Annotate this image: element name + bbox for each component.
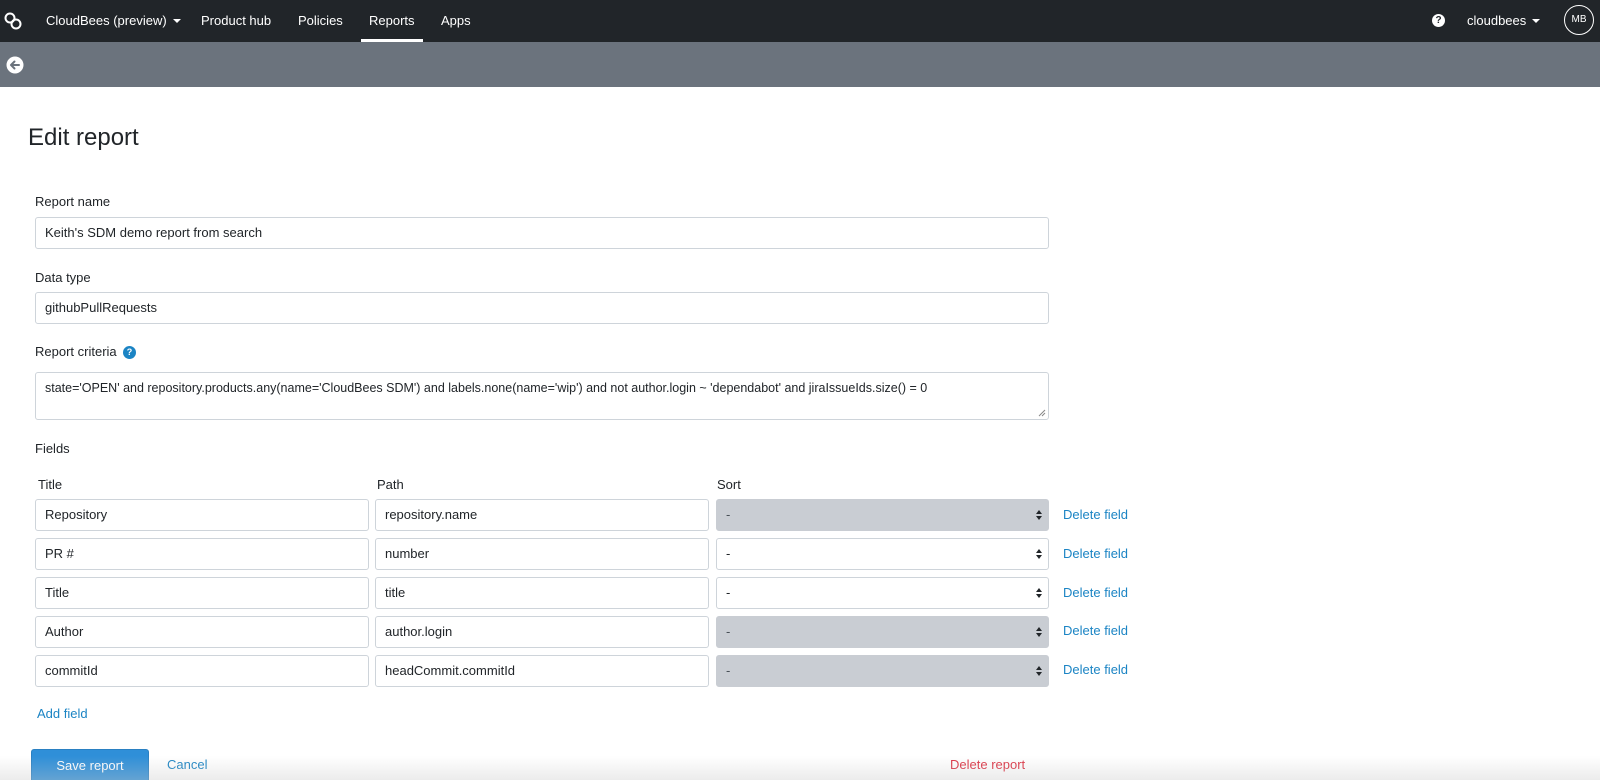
nav-item-reports[interactable]: Reports	[361, 0, 422, 42]
nav-item-product-hub[interactable]: Product hub	[201, 0, 271, 42]
field-title-input[interactable]: Author	[35, 616, 369, 648]
delete-field-link[interactable]: Delete field	[1063, 546, 1128, 561]
fields-label: Fields	[35, 441, 70, 456]
save-report-button[interactable]: Save report	[31, 749, 149, 780]
delete-field-link[interactable]: Delete field	[1063, 585, 1128, 600]
add-field-link[interactable]: Add field	[37, 706, 88, 721]
account-dropdown[interactable]: cloudbees	[1467, 0, 1541, 42]
field-sort-value: -	[726, 663, 731, 678]
bottom-scroll-shadow	[0, 756, 1600, 780]
page-title: Edit report	[28, 124, 139, 151]
cloudbees-logo-icon[interactable]	[3, 11, 23, 31]
field-sort-select[interactable]: -	[716, 538, 1049, 570]
caret-down-icon	[172, 19, 181, 23]
field-path-input[interactable]: headCommit.commitId	[375, 655, 709, 687]
data-type-input[interactable]: githubPullRequests	[35, 292, 1049, 324]
updown-arrows-icon	[1036, 627, 1042, 637]
column-header-sort: Sort	[717, 477, 741, 492]
account-label: cloudbees	[1467, 13, 1527, 28]
field-title-input[interactable]: Title	[35, 577, 369, 609]
updown-arrows-icon	[1036, 666, 1042, 676]
org-switcher-dropdown[interactable]: CloudBees (preview)	[46, 0, 181, 42]
sub-toolbar	[0, 42, 1600, 87]
delete-report-link[interactable]: Delete report	[950, 757, 1025, 772]
field-path-input[interactable]: number	[375, 538, 709, 570]
field-path-input[interactable]: author.login	[375, 616, 709, 648]
field-sort-select[interactable]: -	[716, 499, 1049, 531]
caret-down-icon	[1532, 19, 1541, 23]
cancel-link[interactable]: Cancel	[167, 757, 207, 772]
help-circle-icon[interactable]: ?	[1432, 14, 1445, 27]
question-circle-icon[interactable]: ?	[123, 346, 136, 359]
nav-item-policies[interactable]: Policies	[298, 0, 343, 42]
updown-arrows-icon	[1036, 510, 1042, 520]
org-switcher-label: CloudBees (preview)	[46, 13, 167, 28]
field-sort-select[interactable]: -	[716, 577, 1049, 609]
field-title-input[interactable]: commitId	[35, 655, 369, 687]
field-title-input[interactable]: PR #	[35, 538, 369, 570]
updown-arrows-icon	[1036, 588, 1042, 598]
report-criteria-textarea[interactable]: state='OPEN' and repository.products.any…	[35, 372, 1049, 420]
report-criteria-text: state='OPEN' and repository.products.any…	[45, 381, 928, 395]
resize-grip-icon[interactable]	[1038, 409, 1046, 417]
updown-arrows-icon	[1036, 549, 1042, 559]
data-type-label: Data type	[35, 270, 91, 285]
field-sort-select[interactable]: -	[716, 655, 1049, 687]
field-sort-select[interactable]: -	[716, 616, 1049, 648]
field-path-input[interactable]: title	[375, 577, 709, 609]
field-sort-value: -	[726, 507, 731, 522]
column-header-title: Title	[38, 477, 63, 492]
field-sort-value: -	[726, 546, 731, 561]
nav-item-apps[interactable]: Apps	[441, 0, 471, 42]
delete-field-link[interactable]: Delete field	[1063, 662, 1128, 677]
avatar[interactable]: MB	[1564, 5, 1594, 35]
field-sort-value: -	[726, 624, 731, 639]
field-path-input[interactable]: repository.name	[375, 499, 709, 531]
top-navbar: CloudBees (preview) Product hub Policies…	[0, 0, 1600, 42]
field-sort-value: -	[726, 585, 731, 600]
delete-field-link[interactable]: Delete field	[1063, 623, 1128, 638]
report-criteria-label: Report criteria	[35, 344, 117, 359]
column-header-path: Path	[377, 477, 404, 492]
delete-field-link[interactable]: Delete field	[1063, 507, 1128, 522]
report-name-label: Report name	[35, 194, 111, 209]
arrow-left-circle-icon[interactable]	[6, 56, 24, 74]
report-name-input[interactable]: Keith's SDM demo report from search	[35, 217, 1049, 249]
field-title-input[interactable]: Repository	[35, 499, 369, 531]
